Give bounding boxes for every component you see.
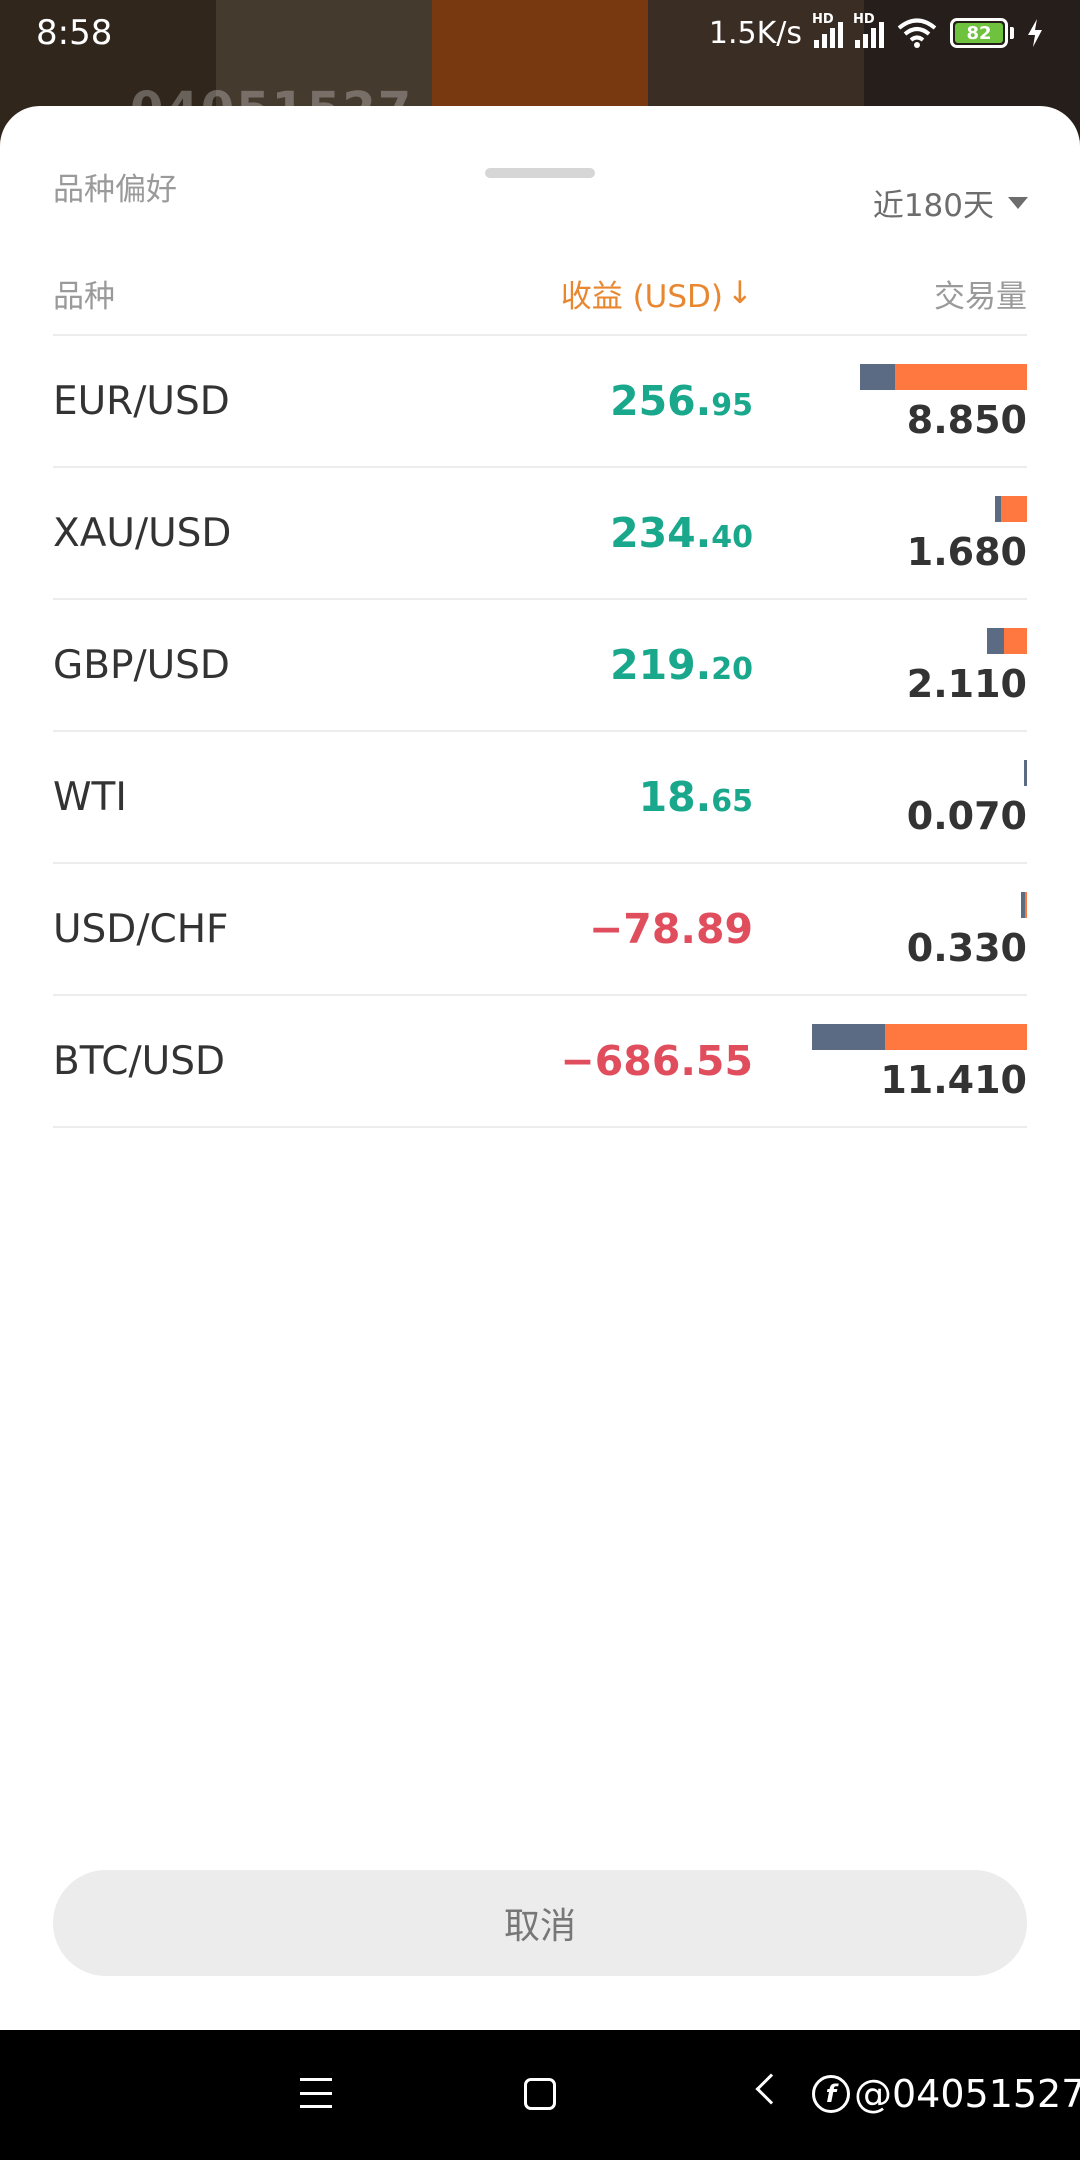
table-row[interactable]: USD/CHF −78.89 0.330	[53, 864, 1027, 996]
period-label: 近180天	[872, 188, 994, 224]
watermark: f @04051527	[812, 2072, 1080, 2116]
volume-bar	[995, 496, 1027, 522]
volume-cell: 0.330	[753, 864, 1027, 994]
drag-handle[interactable]	[485, 168, 595, 178]
volume-bar	[812, 1024, 1027, 1050]
volume-value: 2.110	[906, 662, 1027, 706]
pnl-value: 219.20	[383, 641, 753, 689]
volume-value: 11.410	[880, 1058, 1027, 1102]
instrument-table: 品种 收益 (USD) ↓ 交易量 EUR/USD 256.95 8.850 XAU/…	[53, 252, 1027, 1128]
volume-cell: 8.850	[753, 336, 1027, 466]
pnl-decimal: 20	[711, 652, 753, 687]
battery-level: 82	[955, 23, 1003, 44]
pnl-value: −78.89	[383, 905, 753, 953]
instrument-symbol: GBP/USD	[53, 642, 230, 688]
charging-icon	[1028, 19, 1042, 47]
network-speed: 1.5K/s	[708, 15, 802, 51]
table-row[interactable]: GBP/USD 219.20 2.110	[53, 600, 1027, 732]
volume-cell: 11.410	[753, 996, 1027, 1126]
status-indicators: 1.5K/s HD HD 82	[708, 12, 1044, 51]
volume-bar-sell	[1025, 892, 1027, 918]
instrument-symbol: USD/CHF	[53, 906, 229, 952]
pnl-value: 256.95	[383, 377, 753, 425]
period-dropdown[interactable]: 近180天	[873, 180, 1028, 225]
status-time: 8:58	[36, 13, 113, 53]
caret-down-icon	[1008, 196, 1028, 209]
instrument-symbol: WTI	[53, 774, 127, 820]
menu-icon[interactable]	[300, 2078, 332, 2108]
pnl-integer: 256.	[610, 377, 712, 425]
volume-bar	[1024, 760, 1027, 786]
volume-value: 8.850	[906, 398, 1027, 442]
signal-icon: HD	[853, 12, 884, 48]
instrument-symbol: BTC/USD	[53, 1038, 225, 1084]
table-row[interactable]: BTC/USD −686.55 11.410	[53, 996, 1027, 1128]
watermark-text: @04051527	[854, 2072, 1080, 2116]
table-row[interactable]: EUR/USD 256.95 8.850	[53, 336, 1027, 468]
back-icon[interactable]	[755, 2073, 787, 2105]
wifi-icon	[897, 18, 937, 48]
sort-arrow-icon: ↓	[727, 275, 753, 311]
table-row[interactable]: XAU/USD 234.40 1.680	[53, 468, 1027, 600]
instrument-symbol: XAU/USD	[53, 510, 232, 556]
volume-bar-sell	[1004, 628, 1027, 654]
pnl-decimal: 65	[711, 784, 753, 819]
pnl-decimal: 95	[711, 388, 753, 423]
navigation-bar: f @04051527	[0, 2030, 1080, 2160]
pnl-integer: −78.89	[588, 905, 753, 953]
pnl-integer: 234.	[610, 509, 712, 557]
pnl-value: −686.55	[383, 1037, 753, 1085]
column-header-volume[interactable]: 交易量	[753, 271, 1027, 316]
instrument-preference-sheet: 品种偏好 近180天 品种 收益 (USD) ↓ 交易量 EUR/USD 256.…	[0, 106, 1080, 2030]
pnl-integer: −686.55	[560, 1037, 753, 1085]
volume-value: 0.070	[906, 794, 1027, 838]
status-bar: 8:58 1.5K/s HD HD 82	[0, 0, 1080, 66]
battery-icon: 82	[950, 18, 1014, 48]
pnl-value: 234.40	[383, 509, 753, 557]
cancel-button[interactable]: 取消	[53, 1870, 1027, 1976]
volume-bar-buy	[1024, 760, 1027, 786]
volume-bar-sell	[885, 1024, 1027, 1050]
volume-cell: 1.680	[753, 468, 1027, 598]
watermark-logo-icon: f	[812, 2075, 850, 2113]
volume-bar-sell	[895, 364, 1027, 390]
volume-value: 0.330	[906, 926, 1027, 970]
volume-bar-sell	[1001, 496, 1027, 522]
pnl-decimal: 40	[711, 520, 753, 555]
volume-bar	[987, 628, 1027, 654]
volume-bar-buy	[860, 364, 895, 390]
signal-icon: HD	[812, 12, 843, 48]
instrument-symbol: EUR/USD	[53, 378, 230, 424]
volume-bar-buy	[812, 1024, 885, 1050]
column-header-pnl[interactable]: 收益 (USD) ↓	[383, 271, 753, 316]
volume-cell: 0.070	[753, 732, 1027, 862]
column-header-name[interactable]: 品种	[53, 271, 383, 316]
volume-bar	[860, 364, 1027, 390]
volume-bar-buy	[987, 628, 1004, 654]
pnl-integer: 18.	[638, 773, 712, 821]
pnl-value: 18.65	[383, 773, 753, 821]
table-row[interactable]: WTI 18.65 0.070	[53, 732, 1027, 864]
sheet-title: 品种偏好	[53, 172, 177, 208]
volume-cell: 2.110	[753, 600, 1027, 730]
volume-value: 1.680	[906, 530, 1027, 574]
home-icon[interactable]	[524, 2078, 556, 2110]
volume-bar	[1021, 892, 1027, 918]
table-header: 品种 收益 (USD) ↓ 交易量	[53, 252, 1027, 336]
pnl-integer: 219.	[610, 641, 712, 689]
